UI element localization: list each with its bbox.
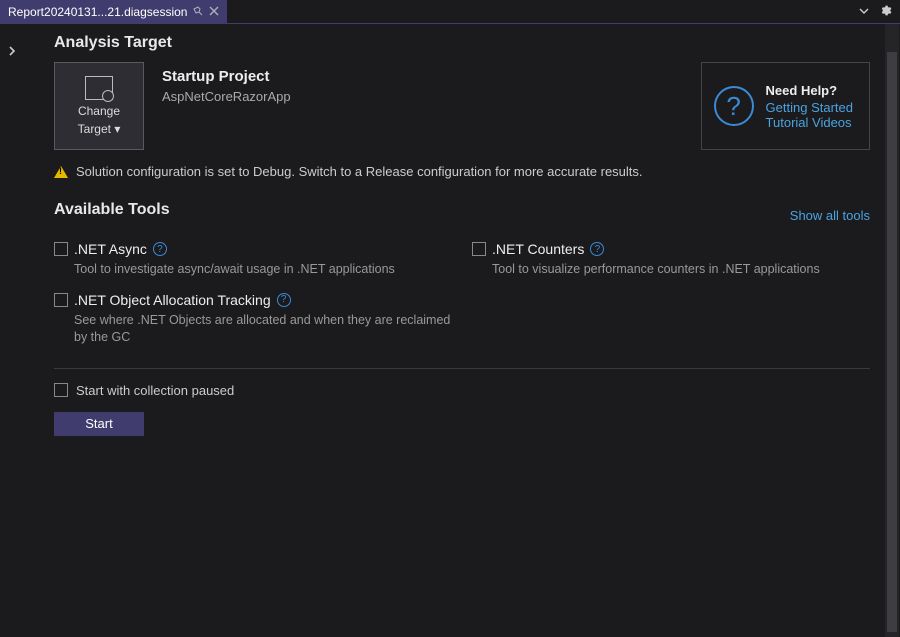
main-content: Analysis Target Change Target ▾ Startup … [24, 24, 900, 637]
warning-row: Solution configuration is set to Debug. … [54, 164, 870, 179]
pin-icon[interactable] [193, 5, 203, 19]
target-info: Startup Project AspNetCoreRazorApp [162, 62, 291, 150]
scrollbar-track[interactable] [885, 24, 899, 637]
tab-title: Report20240131...21.diagsession [8, 5, 187, 19]
expand-gutter [0, 24, 24, 637]
start-button[interactable]: Start [54, 412, 144, 436]
help-icon: ? [714, 86, 754, 126]
available-tools-heading: Available Tools [54, 201, 790, 219]
info-icon[interactable]: ? [590, 242, 604, 256]
help-title: Need Help? [766, 83, 853, 98]
tool-name: .NET Object Allocation Tracking [74, 292, 271, 308]
start-paused-label: Start with collection paused [76, 383, 234, 398]
tool-description: Tool to investigate async/await usage in… [54, 261, 452, 278]
tool-item: .NET Object Allocation Tracking? See wher… [54, 292, 452, 346]
chevron-right-icon[interactable] [5, 44, 19, 58]
info-icon[interactable]: ? [277, 293, 291, 307]
help-getting-started-link[interactable]: Getting Started [766, 100, 853, 115]
tool-item: .NET Async? Tool to investigate async/awa… [54, 241, 452, 278]
document-tab[interactable]: Report20240131...21.diagsession [0, 0, 227, 24]
dropdown-icon[interactable] [859, 4, 869, 19]
warning-text: Solution configuration is set to Debug. … [76, 164, 643, 179]
change-target-button[interactable]: Change Target ▾ [54, 62, 144, 150]
project-type: Startup Project [162, 68, 291, 85]
tool-checkbox[interactable] [54, 242, 68, 256]
change-target-label-1: Change [78, 104, 120, 118]
close-icon[interactable] [209, 5, 219, 19]
scrollbar-thumb[interactable] [887, 52, 897, 632]
warning-icon [54, 166, 68, 178]
tools-grid: .NET Async? Tool to investigate async/awa… [54, 241, 870, 346]
tool-checkbox[interactable] [472, 242, 486, 256]
help-panel: ? Need Help? Getting Started Tutorial Vi… [701, 62, 870, 150]
tool-name: .NET Async [74, 241, 147, 257]
tool-checkbox[interactable] [54, 293, 68, 307]
tool-description: See where .NET Objects are allocated and… [54, 312, 452, 346]
divider [54, 368, 870, 369]
tool-description: Tool to visualize performance counters i… [472, 261, 870, 278]
help-tutorial-videos-link[interactable]: Tutorial Videos [766, 115, 853, 130]
tool-item: .NET Counters? Tool to visualize performa… [472, 241, 870, 278]
start-paused-checkbox[interactable] [54, 383, 68, 397]
analysis-target-heading: Analysis Target [54, 34, 870, 52]
info-icon[interactable]: ? [153, 242, 167, 256]
project-name: AspNetCoreRazorApp [162, 89, 291, 104]
tool-name: .NET Counters [492, 241, 584, 257]
tab-bar: Report20240131...21.diagsession [0, 0, 900, 24]
change-target-label-2: Target ▾ [78, 122, 121, 136]
show-all-tools-link[interactable]: Show all tools [790, 208, 870, 223]
target-icon [85, 76, 113, 100]
settings-gear-icon[interactable] [879, 4, 892, 20]
